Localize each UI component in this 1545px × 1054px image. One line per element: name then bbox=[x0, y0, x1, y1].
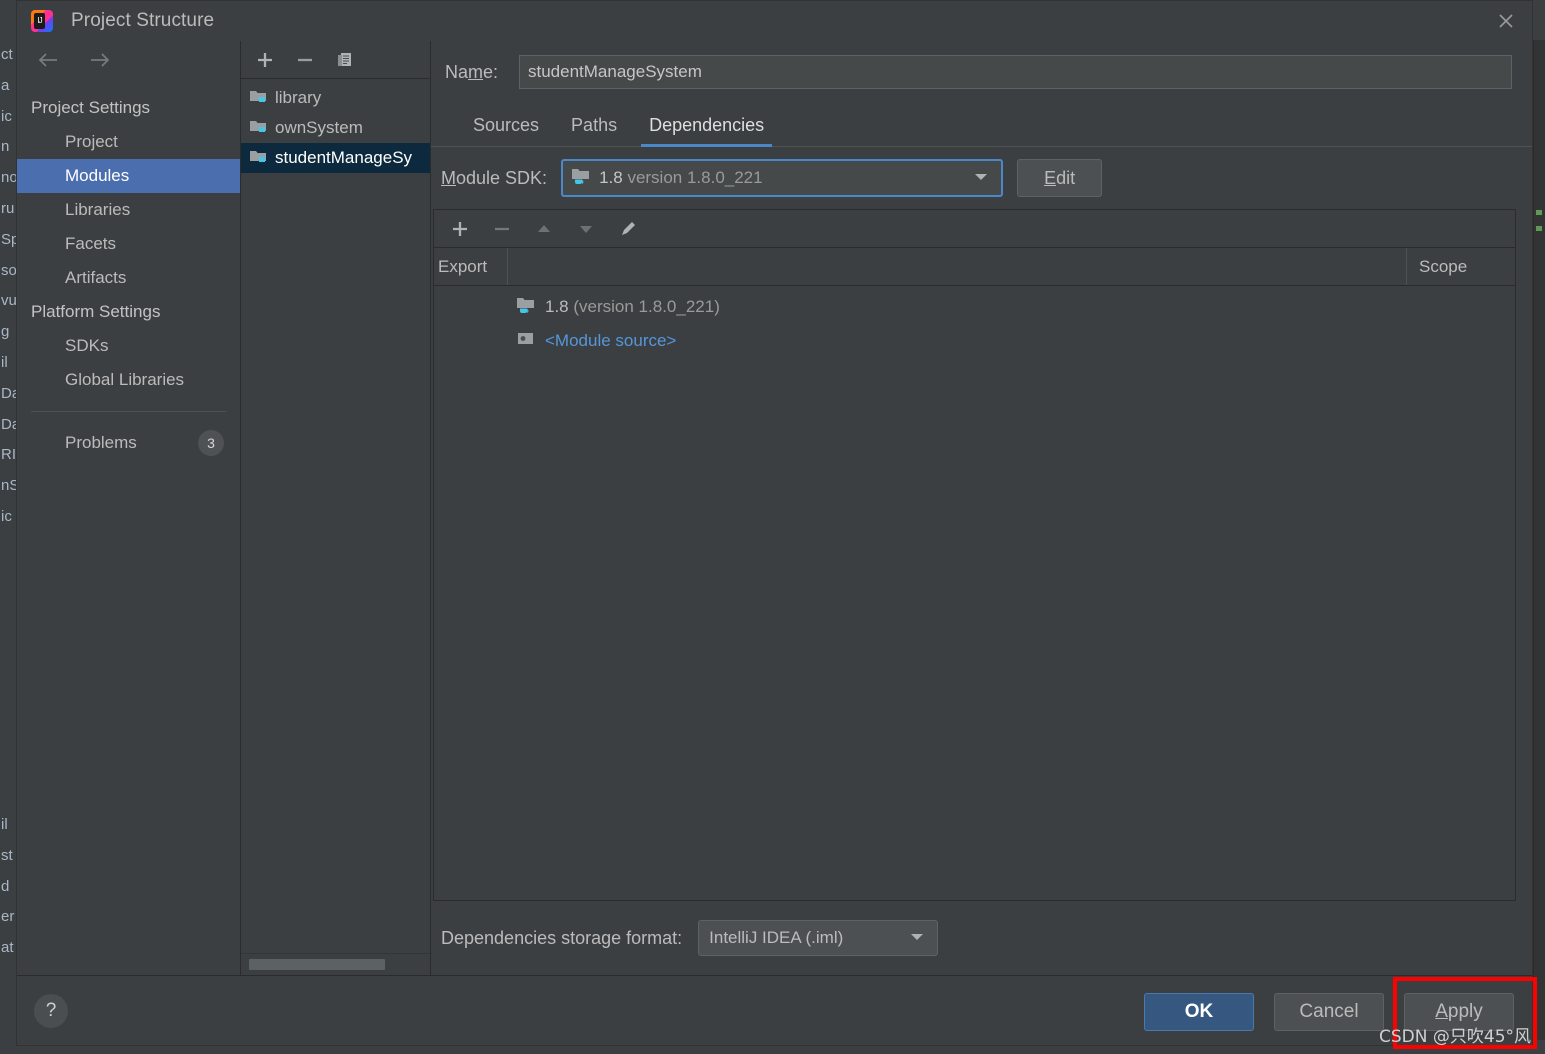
sidebar-item-project[interactable]: Project bbox=[17, 125, 240, 159]
sidebar-divider bbox=[31, 411, 226, 412]
module-folder-icon bbox=[249, 118, 267, 139]
sidebar-navigation bbox=[17, 41, 240, 83]
close-icon[interactable] bbox=[1480, 1, 1532, 41]
dependencies-table-header: Export Scope bbox=[434, 248, 1515, 286]
scrollbar-thumb[interactable] bbox=[249, 959, 385, 970]
module-sdk-dropdown[interactable]: 1.8 version 1.8.0_221 bbox=[561, 159, 1004, 197]
project-structure-dialog: IJ Project Structure Project Settings Pr… bbox=[16, 0, 1533, 1046]
column-header-scope[interactable]: Scope bbox=[1407, 248, 1515, 285]
dependency-name: <Module source> bbox=[545, 331, 677, 350]
module-source-icon bbox=[516, 330, 536, 353]
modules-panel: library ownSystem studentManageSy bbox=[241, 41, 431, 975]
dialog-footer: ? OK Cancel Apply bbox=[17, 975, 1532, 1045]
minus-icon[interactable] bbox=[492, 219, 512, 239]
pencil-icon[interactable] bbox=[618, 219, 638, 239]
table-row[interactable]: <Module source> bbox=[434, 324, 1515, 358]
module-sdk-label: Module SDK: bbox=[441, 167, 548, 188]
sidebar-item-sdks[interactable]: SDKs bbox=[17, 329, 240, 363]
modules-toolbar bbox=[241, 41, 430, 79]
edit-sdk-button[interactable]: Edit bbox=[1017, 159, 1103, 197]
tab-sources[interactable]: Sources bbox=[457, 115, 555, 146]
module-item-label: library bbox=[275, 88, 322, 107]
module-tabs: Sources Paths Dependencies bbox=[431, 103, 1532, 147]
jdk-icon bbox=[571, 167, 591, 190]
plus-icon[interactable] bbox=[255, 50, 275, 70]
dependencies-toolbar bbox=[434, 210, 1515, 248]
watermark-text: CSDN @只吹45°风 bbox=[1379, 1027, 1532, 1047]
module-item-ownsystem[interactable]: ownSystem bbox=[241, 113, 430, 143]
module-folder-icon bbox=[249, 88, 267, 109]
module-item-library[interactable]: library bbox=[241, 83, 430, 113]
sidebar-item-global-libraries[interactable]: Global Libraries bbox=[17, 363, 240, 397]
triangle-up-icon[interactable] bbox=[534, 219, 554, 239]
module-sdk-value: 1.8 version 1.8.0_221 bbox=[599, 168, 763, 187]
module-item-studentmanagesystem[interactable]: studentManageSy bbox=[241, 143, 430, 173]
minus-icon[interactable] bbox=[295, 50, 315, 70]
sidebar-item-modules[interactable]: Modules bbox=[17, 159, 240, 193]
dialog-body: Project Settings Project Modules Librari… bbox=[17, 41, 1532, 975]
triangle-down-icon[interactable] bbox=[576, 219, 596, 239]
module-sdk-row: Module SDK: 1.8 version 1.8.0_221 Edit bbox=[431, 147, 1532, 209]
dialog-titlebar: IJ Project Structure bbox=[17, 1, 1532, 41]
module-name-row: Name: bbox=[431, 41, 1532, 103]
module-folder-icon bbox=[249, 148, 267, 169]
storage-format-label: Dependencies storage format: bbox=[441, 927, 683, 948]
chevron-down-icon bbox=[973, 169, 989, 187]
arrow-left-icon[interactable] bbox=[35, 51, 61, 74]
cancel-button[interactable]: Cancel bbox=[1274, 993, 1384, 1031]
settings-sidebar: Project Settings Project Modules Librari… bbox=[17, 41, 241, 975]
ide-background-left-strip: ctaicnnoruSpsovugilDaDaRInSicilstderat bbox=[0, 40, 16, 1054]
column-header-export[interactable]: Export bbox=[434, 248, 508, 285]
sidebar-item-list: Project Settings Project Modules Librari… bbox=[17, 83, 240, 397]
copy-icon[interactable] bbox=[335, 50, 355, 70]
chevron-down-icon bbox=[909, 929, 925, 947]
intellij-idea-logo-icon: IJ bbox=[31, 10, 53, 32]
problems-label: Problems bbox=[65, 433, 137, 452]
ok-button[interactable]: OK bbox=[1144, 993, 1254, 1031]
module-item-label: studentManageSy bbox=[275, 148, 413, 167]
sidebar-item-problems[interactable]: Problems 3 bbox=[17, 426, 240, 460]
storage-format-value: IntelliJ IDEA (.iml) bbox=[709, 928, 844, 947]
modules-list: library ownSystem studentManageSy bbox=[241, 79, 430, 953]
problems-count-badge: 3 bbox=[198, 430, 224, 456]
sidebar-group-platform-settings: Platform Settings bbox=[31, 302, 161, 321]
module-detail-panel: Name: Sources Paths Dependencies Module … bbox=[431, 41, 1532, 975]
dependencies-storage-format-row: Dependencies storage format: IntelliJ ID… bbox=[431, 901, 1532, 975]
sidebar-group-project-settings: Project Settings bbox=[31, 98, 151, 117]
dependencies-table-area: Export Scope 1.8 (version 1.8.0_221) <Mo… bbox=[433, 209, 1516, 901]
dependencies-table-body: 1.8 (version 1.8.0_221) <Module source> bbox=[434, 286, 1515, 900]
dependency-name: 1.8 (version 1.8.0_221) bbox=[545, 297, 720, 316]
name-label: Name: bbox=[445, 61, 499, 82]
question-mark-icon[interactable]: ? bbox=[34, 993, 68, 1028]
module-name-input[interactable] bbox=[519, 55, 1512, 89]
ide-background-right-strip bbox=[1533, 40, 1545, 1054]
sidebar-item-artifacts[interactable]: Artifacts bbox=[17, 261, 240, 295]
arrow-right-icon[interactable] bbox=[87, 51, 113, 74]
dialog-title: Project Structure bbox=[71, 10, 215, 31]
storage-format-dropdown[interactable]: IntelliJ IDEA (.iml) bbox=[698, 920, 939, 956]
tab-paths[interactable]: Paths bbox=[555, 115, 633, 146]
tab-dependencies[interactable]: Dependencies bbox=[633, 115, 780, 147]
modules-horizontal-scrollbar[interactable] bbox=[241, 953, 430, 975]
sidebar-item-libraries[interactable]: Libraries bbox=[17, 193, 240, 227]
plus-icon[interactable] bbox=[450, 219, 470, 239]
jdk-icon bbox=[516, 296, 536, 319]
column-header-name bbox=[508, 248, 1407, 285]
module-item-label: ownSystem bbox=[275, 118, 363, 137]
sidebar-item-facets[interactable]: Facets bbox=[17, 227, 240, 261]
table-row[interactable]: 1.8 (version 1.8.0_221) bbox=[434, 290, 1515, 324]
